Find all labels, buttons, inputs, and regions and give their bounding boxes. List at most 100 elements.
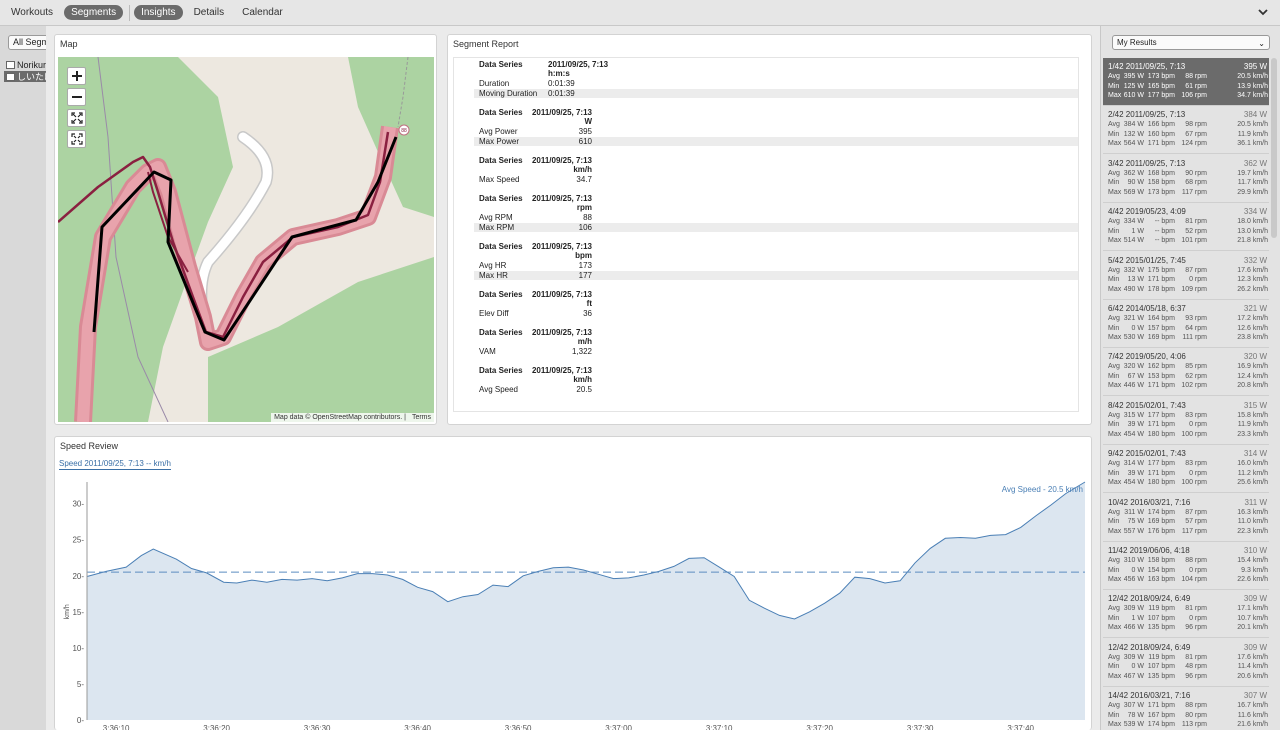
result-card[interactable]: 6/42 2014/05/18, 6:37 321 W Avg 321 W 164 bp… (1103, 300, 1269, 348)
result-row: Avg 362 W 168 bpm 90 rpm 19.7 km/h (1108, 170, 1268, 179)
tab-calendar[interactable]: Calendar (235, 5, 290, 20)
result-cell: Max (1108, 721, 1122, 729)
result-cell: 39 W (1127, 421, 1144, 429)
map-view[interactable]: 88 Map data © OpenStreetMap contributors… (58, 57, 434, 422)
results-scrollbar[interactable] (1271, 58, 1277, 238)
result-row: Avg 309 W 119 bpm 81 rpm 17.6 km/h (1108, 654, 1268, 663)
result-watts: 332 W (1243, 255, 1267, 265)
tab-insights[interactable]: Insights (134, 5, 183, 20)
terms-link[interactable]: Terms (412, 414, 431, 421)
result-row: Avg 320 W 162 bpm 85 rpm 16.9 km/h (1108, 363, 1268, 372)
tab-workouts[interactable]: Workouts (4, 5, 60, 20)
segments-sidebar: All Segm Norikura しいたけ (0, 26, 46, 730)
tab-segments[interactable]: Segments (64, 5, 124, 20)
result-row: Avg 332 W 175 bpm 87 rpm 17.6 km/h (1108, 267, 1268, 276)
result-cell: 15.8 km/h (1237, 411, 1268, 419)
result-cell: 171 bpm (1147, 469, 1175, 477)
result-row: Max 454 W 180 bpm 100 rpm 23.3 km/h (1108, 431, 1268, 440)
result-cell: 125 W (1123, 82, 1144, 90)
result-card[interactable]: 8/42 2015/02/01, 7:43 315 W Avg 315 W 177 bp… (1103, 397, 1269, 445)
result-cell: 11.9 km/h (1237, 421, 1268, 429)
report-block-date: 2011/09/25, 7:13 (531, 290, 592, 299)
fullscreen-button[interactable] (67, 130, 86, 148)
result-row: Min 67 W 153 bpm 62 rpm 12.4 km/h (1108, 373, 1268, 382)
result-cell: 158 bpm (1147, 179, 1175, 187)
result-cell: 0 W (1131, 324, 1144, 332)
result-watts: 395 W (1243, 62, 1267, 71)
result-row: Max 610 W 177 bpm 106 rpm 34.7 km/h (1108, 92, 1268, 101)
results-select[interactable]: My Results ⌄ (1112, 35, 1270, 50)
report-row: Avg Power 395 (474, 127, 1078, 136)
plus-icon (71, 71, 82, 81)
report-row-value: 36 (583, 309, 592, 318)
result-cell: 610 W (1123, 92, 1144, 99)
report-row-value: 177 (578, 271, 592, 280)
result-cell: 171 bpm (1147, 702, 1175, 710)
result-card[interactable]: 9/42 2015/02/01, 7:43 314 W Avg 314 W 177 bp… (1103, 445, 1269, 494)
result-card[interactable]: 14/42 2016/03/21, 7:16 307 W Avg 307 W 171 b… (1103, 687, 1269, 730)
result-cell: Min (1108, 469, 1120, 477)
result-card[interactable]: 4/42 2019/05/23, 4:09 334 W Avg 334 W -- bpm… (1103, 203, 1269, 252)
result-cell: 307 W (1123, 702, 1144, 710)
result-row: Max 539 W 174 bpm 113 rpm 21.6 km/h (1108, 721, 1268, 730)
attribution-text: Map data © OpenStreetMap contributors. | (274, 414, 406, 421)
result-title: 11/42 2019/06/06, 4:18 (1108, 546, 1190, 555)
result-cell: 167 bpm (1147, 711, 1175, 719)
result-cell: 23.3 km/h (1237, 430, 1268, 438)
result-cell: 467 W (1123, 672, 1144, 680)
result-cell: 19.7 km/h (1237, 169, 1268, 177)
result-row: Max 490 W 178 bpm 109 rpm 26.2 km/h (1108, 286, 1268, 295)
report-row-value: 173 (578, 261, 592, 270)
result-cell: Min (1108, 372, 1120, 380)
folder-icon (6, 72, 15, 81)
result-card[interactable]: 3/42 2011/09/25, 7:13 362 W Avg 362 W 168 bp… (1103, 155, 1269, 203)
result-cell: 314 W (1123, 460, 1144, 468)
result-cell: 20.8 km/h (1237, 382, 1268, 390)
zoom-in-button[interactable] (67, 67, 86, 85)
result-card[interactable]: 12/42 2018/09/24, 6:49 309 W Avg 309 W 119 b… (1103, 590, 1269, 639)
result-watts: 307 W (1243, 691, 1267, 701)
x-tick-label: 3:37:20 (806, 724, 833, 730)
report-block-unit: km/h (573, 375, 592, 384)
result-card[interactable]: 2/42 2011/09/25, 7:13 384 W Avg 384 W 166 bp… (1103, 106, 1269, 155)
result-cell: Avg (1108, 315, 1120, 322)
chevron-down-icon[interactable] (1258, 7, 1268, 17)
fullscreen-icon (70, 133, 83, 145)
result-cell: Max (1108, 334, 1122, 341)
result-cell: 87 rpm (1185, 266, 1207, 274)
report-block-header: Data Series (479, 156, 523, 165)
result-card[interactable]: 1/42 2011/09/25, 7:13 395 W Avg 395 W 173 bp… (1103, 58, 1269, 106)
result-row: Max 514 W -- bpm 101 rpm 21.8 km/h (1108, 237, 1268, 246)
result-cell: 180 bpm (1147, 479, 1175, 487)
result-cell: 104 rpm (1181, 576, 1207, 583)
result-row: Avg 310 W 158 bpm 88 rpm 15.4 km/h (1108, 557, 1268, 566)
tab-details[interactable]: Details (187, 5, 232, 20)
result-cell: 176 bpm (1147, 527, 1175, 535)
tree-item-norikura[interactable]: Norikura (6, 59, 46, 70)
result-cell: 34.7 km/h (1237, 92, 1268, 99)
result-cell: Min (1108, 130, 1120, 138)
speed-chart[interactable]: Avg Speed - 20.5 km/h 0- 5- 10- 15- 20- 25- 30-… (55, 437, 1091, 730)
result-cell: 169 bpm (1147, 518, 1175, 526)
result-row: Min 132 W 160 bpm 67 rpm 11.9 km/h (1108, 131, 1268, 140)
result-cell: 158 bpm (1147, 557, 1175, 564)
result-card[interactable]: 7/42 2019/05/20, 4:06 320 W Avg 320 W 162 bp… (1103, 348, 1269, 397)
result-cell: 539 W (1123, 721, 1144, 729)
result-card[interactable]: 5/42 2015/01/25, 7:45 332 W Avg 332 W 175 bp… (1103, 252, 1269, 300)
result-cell: Max (1108, 285, 1122, 293)
result-cell: 466 W (1123, 624, 1144, 632)
result-cell: 171 bpm (1147, 421, 1175, 429)
result-cell: 119 bpm (1148, 653, 1175, 661)
all-segments-button[interactable]: All Segm (8, 35, 46, 50)
fit-route-button[interactable] (67, 109, 86, 127)
result-cell: Max (1108, 140, 1122, 148)
result-cell: 124 rpm (1181, 140, 1207, 148)
tree-item-shiitake[interactable]: しいたけ (4, 71, 46, 82)
result-card[interactable]: 11/42 2019/06/06, 4:18 310 W Avg 310 W 158 b… (1103, 542, 1269, 590)
result-row: Max 454 W 180 bpm 100 rpm 25.6 km/h (1108, 479, 1268, 488)
result-card[interactable]: 12/42 2018/09/24, 6:49 309 W Avg 309 W 119 b… (1103, 639, 1269, 687)
zoom-out-button[interactable] (67, 88, 86, 106)
result-card[interactable]: 10/42 2016/03/21, 7:16 311 W Avg 311 W 174 b… (1103, 494, 1269, 542)
result-title: 6/42 2014/05/18, 6:37 (1108, 304, 1186, 313)
result-cell: 0 rpm (1189, 566, 1207, 574)
